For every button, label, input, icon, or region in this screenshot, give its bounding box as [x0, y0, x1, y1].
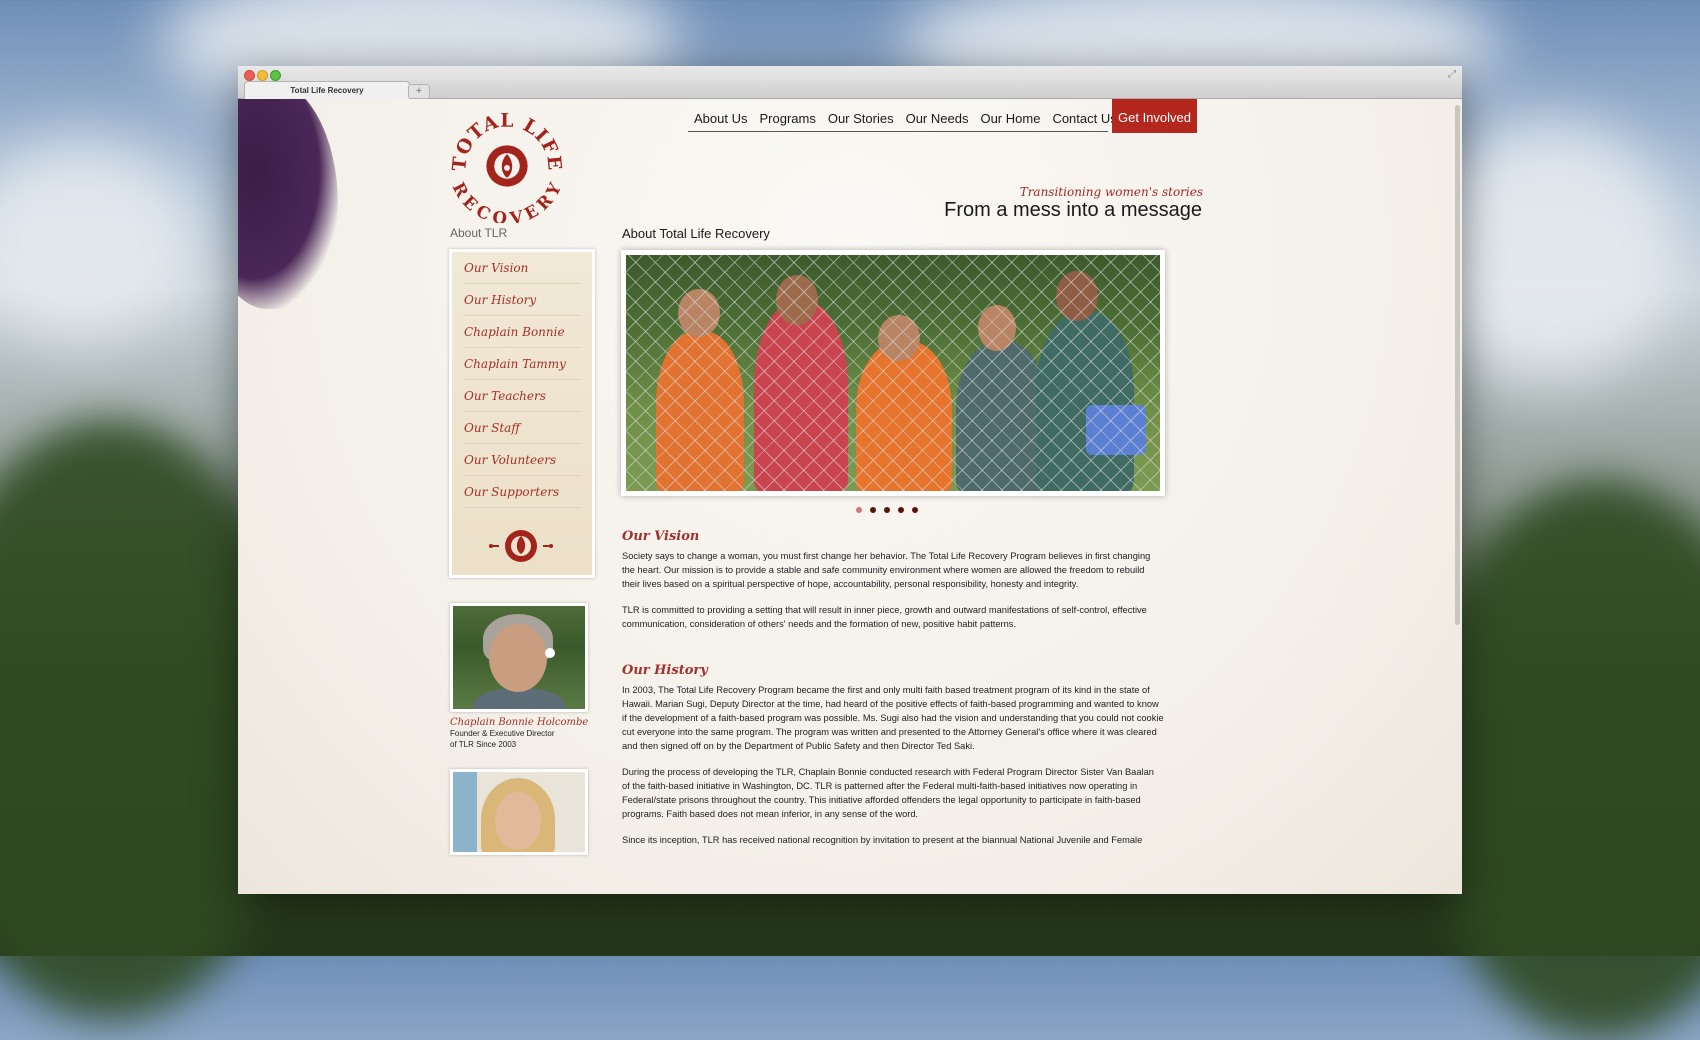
- browser-tab[interactable]: Total Life Recovery: [244, 81, 410, 99]
- carousel-dot-2[interactable]: [870, 507, 876, 513]
- headline: From a mess into a message: [944, 199, 1202, 221]
- sidebar-item-our-vision[interactable]: Our Vision: [464, 252, 580, 284]
- vision-heading: Our Vision: [622, 529, 700, 544]
- nav-underline: [688, 131, 1108, 132]
- tlr-logo[interactable]: TOTAL LIFE RECOVERY: [448, 105, 566, 223]
- sidebar-subnav: Our Vision Our History Chaplain Bonnie C…: [449, 249, 595, 578]
- ink-blot-decoration: [238, 99, 338, 309]
- sidebar-item-our-teachers[interactable]: Our Teachers: [464, 380, 580, 412]
- background-cloud: [0, 140, 200, 340]
- profile-name[interactable]: Chaplain Bonnie Holcombe: [450, 717, 588, 728]
- new-tab-button[interactable]: +: [408, 84, 430, 99]
- main-nav: About Us Programs Our Stories Our Needs …: [688, 101, 1123, 132]
- sidebar-item-our-history[interactable]: Our History: [464, 284, 580, 316]
- profile-photo-frame-secondary[interactable]: [450, 769, 588, 855]
- carousel-frame: [621, 250, 1165, 496]
- browser-titlebar: Total Life Recovery + ⤢: [238, 66, 1462, 99]
- minimize-window-button[interactable]: [257, 70, 268, 81]
- browser-window: Total Life Recovery + ⤢ TOTAL LIFE RECOV…: [238, 66, 1462, 894]
- profile-photo: [453, 606, 585, 709]
- profile-card: Chaplain Bonnie Holcombe Founder & Execu…: [450, 603, 588, 750]
- history-paragraph-1: In 2003, The Total Life Recovery Program…: [622, 685, 1164, 751]
- page-scrollbar[interactable]: [1455, 105, 1460, 625]
- vision-paragraph-2: TLR is committed to providing a setting …: [622, 605, 1147, 629]
- tlr-emblem-icon: [489, 530, 553, 562]
- tagline: Transitioning women's stories: [1019, 185, 1203, 199]
- close-window-button[interactable]: [244, 70, 255, 81]
- zoom-window-button[interactable]: [270, 70, 281, 81]
- carousel-dots: [856, 507, 918, 513]
- nav-our-needs[interactable]: Our Needs: [900, 111, 975, 132]
- profile-role-line-2: of TLR Since 2003: [450, 740, 517, 749]
- sidebar-item-chaplain-bonnie[interactable]: Chaplain Bonnie: [464, 316, 580, 348]
- article-content: Our Vision Society says to change a woma…: [622, 529, 1164, 859]
- sidebar-item-our-supporters[interactable]: Our Supporters: [464, 476, 580, 508]
- profile-photo-frame[interactable]: [450, 603, 588, 712]
- chain-link-fence: [626, 255, 1160, 491]
- profile-card-secondary: [450, 769, 588, 855]
- carousel-dot-1[interactable]: [856, 507, 862, 513]
- sidebar-title: About TLR: [450, 226, 508, 240]
- get-involved-button[interactable]: Get Involved: [1112, 99, 1197, 133]
- carousel-dot-5[interactable]: [912, 507, 918, 513]
- carousel-dot-4[interactable]: [898, 507, 904, 513]
- history-heading: Our History: [622, 663, 708, 678]
- web-page: TOTAL LIFE RECOVERY About Us Programs Ou…: [238, 99, 1462, 894]
- sidebar-item-chaplain-tammy[interactable]: Chaplain Tammy: [464, 348, 580, 380]
- nav-programs[interactable]: Programs: [753, 111, 821, 132]
- profile-role-line-1: Founder & Executive Director: [450, 729, 555, 738]
- carousel-dot-3[interactable]: [884, 507, 890, 513]
- history-paragraph-2: During the process of developing the TLR…: [622, 767, 1154, 819]
- sidebar-item-our-volunteers[interactable]: Our Volunteers: [464, 444, 580, 476]
- sidebar-item-our-staff[interactable]: Our Staff: [464, 412, 580, 444]
- carousel-image[interactable]: [626, 255, 1160, 491]
- history-paragraph-3: Since its inception, TLR has received na…: [622, 835, 1143, 845]
- vision-paragraph-1: Society says to change a woman, you must…: [622, 551, 1151, 589]
- section-title: About Total Life Recovery: [622, 226, 770, 241]
- fullscreen-icon[interactable]: ⤢: [1448, 69, 1456, 80]
- nav-about-us[interactable]: About Us: [688, 111, 753, 132]
- profile-photo-secondary: [453, 772, 585, 852]
- background-hill: [1420, 480, 1700, 1040]
- nav-our-home[interactable]: Our Home: [974, 111, 1046, 132]
- nav-our-stories[interactable]: Our Stories: [822, 111, 900, 132]
